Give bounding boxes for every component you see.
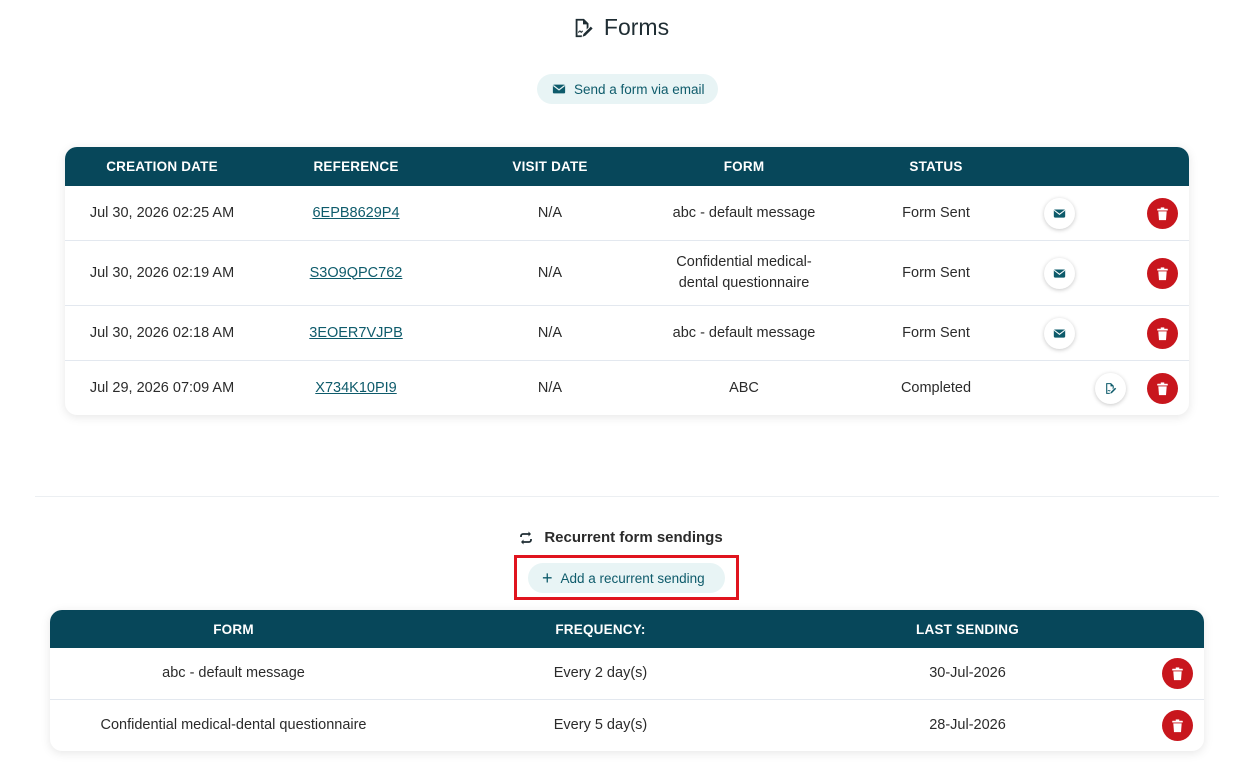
table-row: Jul 29, 2026 07:09 AM X734K10PI9 N/A ABC… (65, 361, 1189, 415)
reference-link[interactable]: 3EOER7VJPB (309, 323, 403, 344)
resend-email-button[interactable] (1044, 198, 1075, 229)
repeat-icon (520, 531, 533, 544)
form-cell: Confidential medical-dental questionnair… (100, 717, 367, 733)
creation-date-cell: Jul 29, 2026 07:09 AM (89, 379, 235, 396)
recurrent-section-title-text: Recurrent form sendings (544, 529, 723, 546)
page-title: Forms (0, 14, 1241, 41)
form-cell: abc - default message (672, 204, 816, 221)
delete-button[interactable] (1147, 198, 1178, 229)
frequency-cell: Every 5 day(s) (553, 717, 648, 733)
visit-date-cell: N/A (537, 379, 563, 396)
form-cell: abc - default message (162, 665, 305, 681)
table-row: Jul 30, 2026 02:25 AM 6EPB8629P4 N/A abc… (65, 186, 1189, 241)
reference-link[interactable]: S3O9QPC762 (310, 263, 403, 284)
add-recurrent-sending-label: Add a recurrent sending (560, 570, 705, 586)
recurrent-table: FORM FREQUENCY: LAST SENDING abc - defau… (50, 610, 1204, 751)
resend-email-button[interactable] (1044, 318, 1075, 349)
form-cell: ABC (729, 379, 759, 396)
column-header-creation-date: CREATION DATE (106, 159, 218, 174)
section-divider (35, 496, 1219, 497)
column-header-form: FORM (723, 159, 765, 174)
column-header-last-sending: LAST SENDING (916, 621, 1019, 637)
table-row: Confidential medical-dental questionnair… (50, 700, 1204, 751)
delete-button[interactable] (1162, 710, 1193, 741)
table-row: Jul 30, 2026 02:18 AM 3EOER7VJPB N/A abc… (65, 306, 1189, 361)
send-form-email-label: Send a form via email (574, 81, 705, 97)
column-header-frequency: FREQUENCY: (555, 621, 646, 637)
envelope-icon (1053, 269, 1066, 278)
last-sending-cell: 30-Jul-2026 (929, 665, 1006, 681)
form-cell: abc - default message (672, 324, 816, 341)
forms-table-header: CREATION DATE REFERENCE VISIT DATE FORM … (65, 147, 1189, 186)
visit-date-cell: N/A (537, 324, 563, 341)
plus-icon: + (542, 568, 553, 588)
status-cell: Form Sent (902, 324, 970, 341)
creation-date-cell: Jul 30, 2026 02:18 AM (89, 324, 235, 341)
envelope-icon (1053, 329, 1066, 338)
resend-email-button[interactable] (1044, 258, 1075, 289)
signature-form-icon (1106, 383, 1117, 394)
envelope-icon (1053, 209, 1066, 218)
last-sending-cell: 28-Jul-2026 (929, 717, 1006, 733)
reference-link[interactable]: 6EPB8629P4 (312, 203, 399, 224)
add-recurrent-sending-button[interactable]: + Add a recurrent sending (528, 563, 725, 593)
signature-form-icon (575, 18, 593, 37)
envelope-icon (552, 84, 566, 94)
trash-icon (1157, 326, 1168, 340)
status-cell: Completed (900, 379, 972, 396)
view-completed-form-button[interactable] (1095, 373, 1126, 404)
delete-button[interactable] (1147, 258, 1178, 289)
visit-date-cell: N/A (537, 264, 563, 281)
recurrent-table-header: FORM FREQUENCY: LAST SENDING (50, 610, 1204, 648)
creation-date-cell: Jul 30, 2026 02:19 AM (89, 264, 235, 281)
delete-button[interactable] (1147, 373, 1178, 404)
trash-icon (1172, 718, 1183, 732)
frequency-cell: Every 2 day(s) (553, 665, 648, 681)
creation-date-cell: Jul 30, 2026 02:25 AM (89, 204, 235, 221)
reference-link[interactable]: X734K10PI9 (315, 378, 396, 399)
table-row: Jul 30, 2026 02:19 AM S3O9QPC762 N/A Con… (65, 241, 1189, 306)
trash-icon (1157, 206, 1168, 220)
delete-button[interactable] (1147, 318, 1178, 349)
column-header-form: FORM (213, 621, 254, 637)
recurrent-section-title: Recurrent form sendings (0, 529, 1241, 546)
status-cell: Form Sent (902, 204, 970, 221)
visit-date-cell: N/A (537, 204, 563, 221)
trash-icon (1172, 666, 1183, 680)
status-cell: Form Sent (902, 264, 970, 281)
page-title-text: Forms (603, 14, 670, 40)
send-form-email-button[interactable]: Send a form via email (537, 74, 718, 104)
trash-icon (1157, 266, 1168, 280)
column-header-reference: REFERENCE (313, 159, 399, 174)
form-cell: Confidential medical-dental questionnair… (676, 254, 812, 291)
delete-button[interactable] (1162, 658, 1193, 689)
column-header-visit-date: VISIT DATE (512, 159, 588, 174)
column-header-status: STATUS (909, 159, 963, 174)
forms-table: CREATION DATE REFERENCE VISIT DATE FORM … (65, 147, 1189, 415)
trash-icon (1157, 381, 1168, 395)
table-row: abc - default message Every 2 day(s) 30-… (50, 648, 1204, 700)
